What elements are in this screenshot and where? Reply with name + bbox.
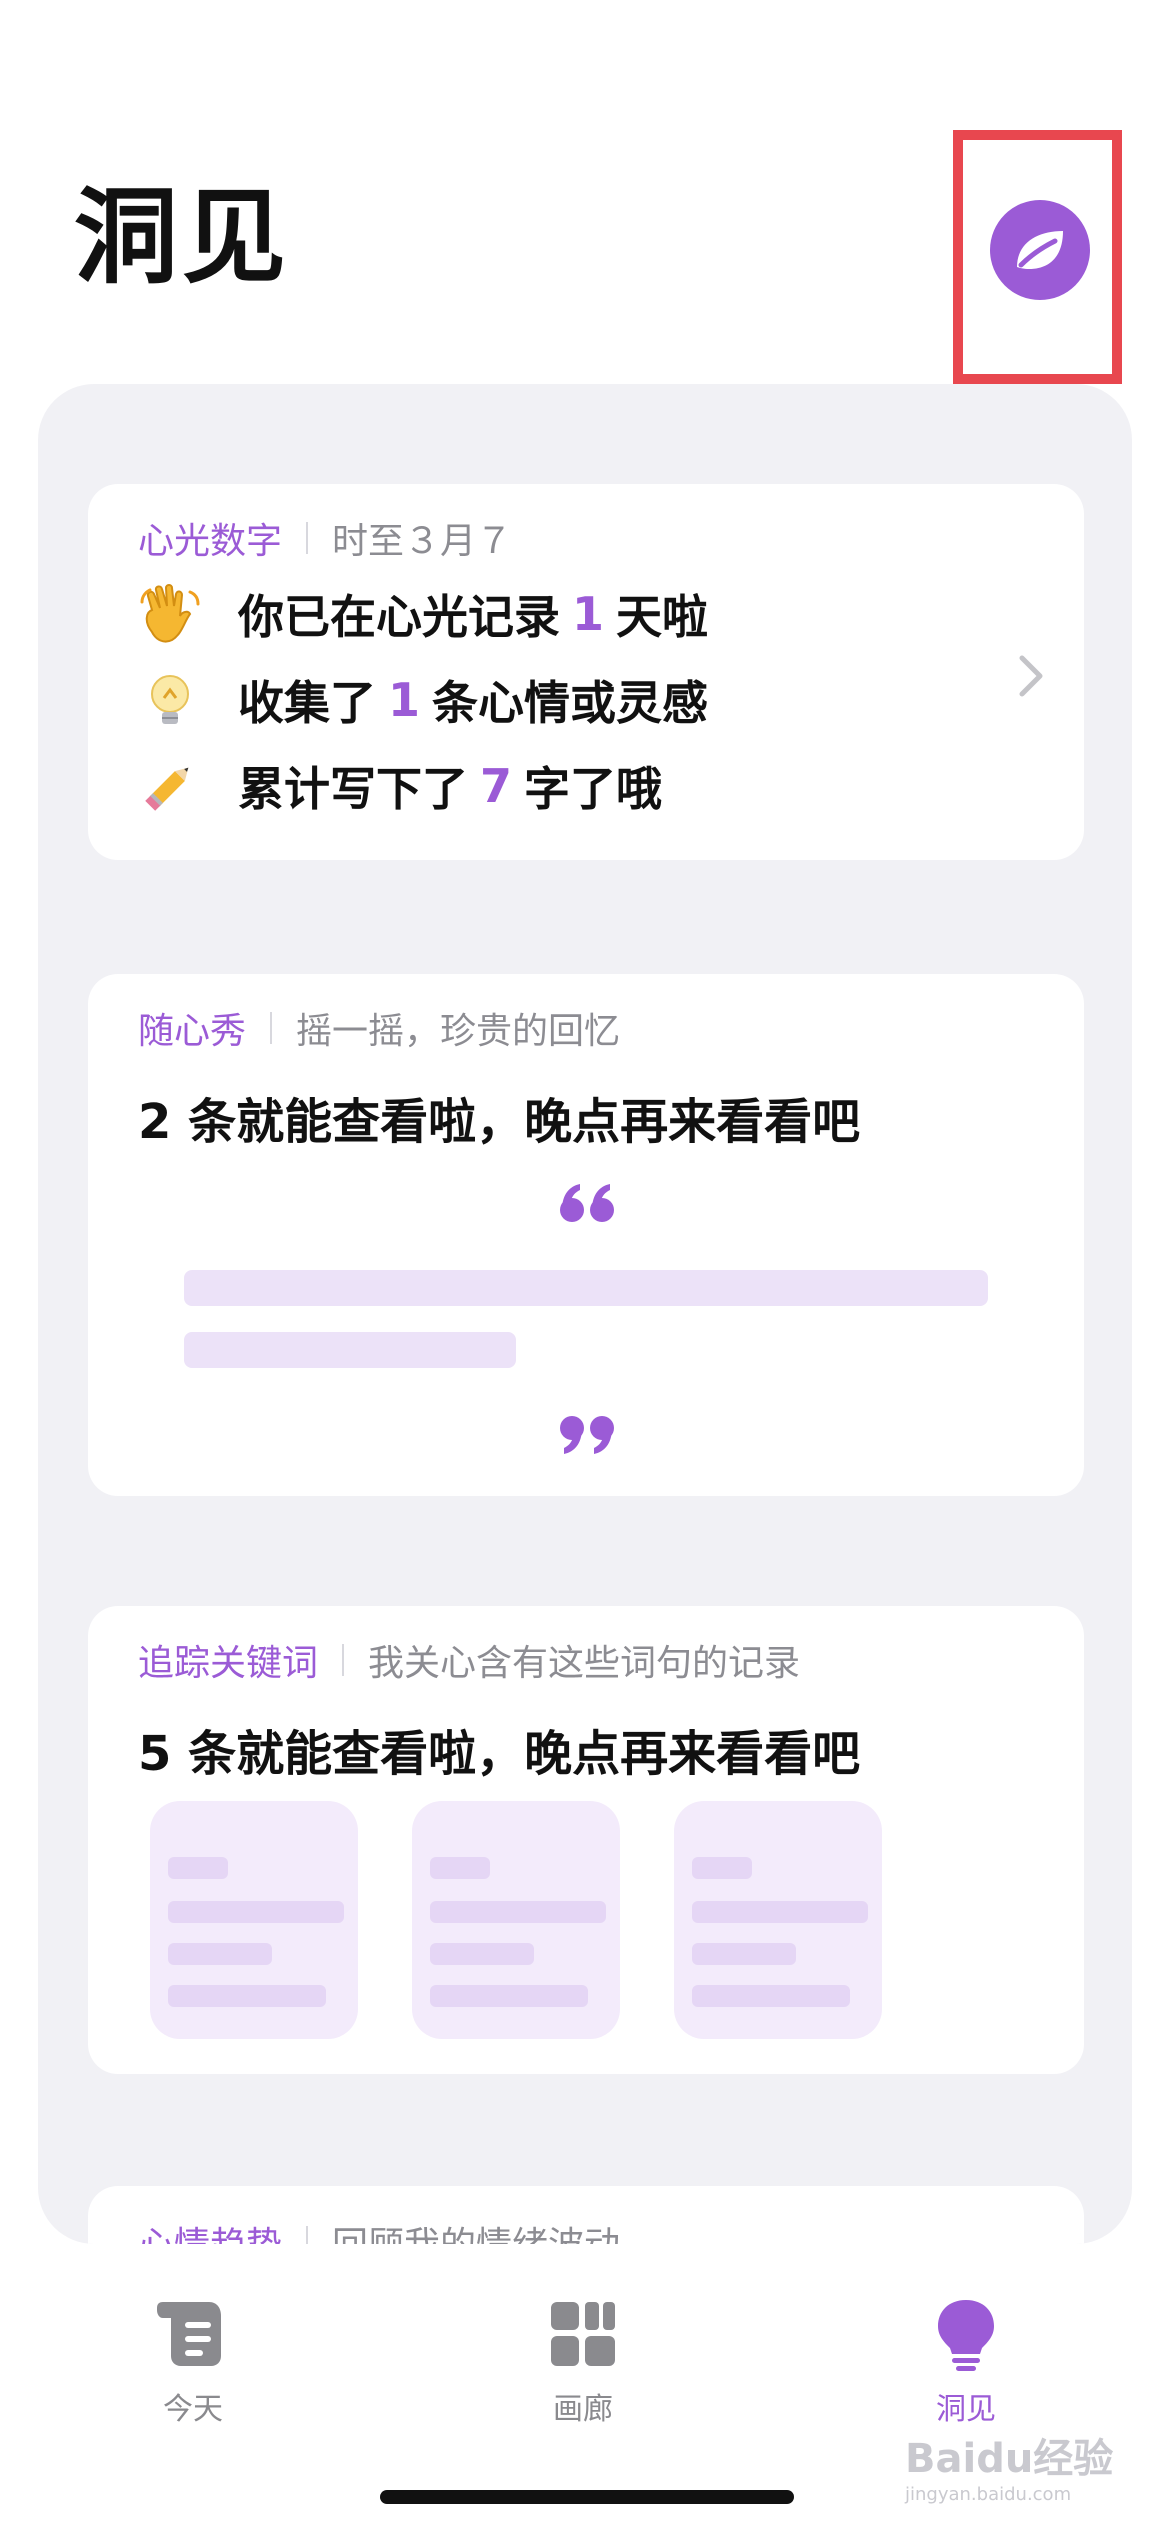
stat-text: 你已在心光记录 bbox=[238, 590, 560, 644]
light-bulb-icon bbox=[151, 675, 189, 724]
stats-card-header: 心光数字 时至３月７ bbox=[138, 512, 512, 564]
mood-card-header: 心情趋势 回顾我的情绪波动 bbox=[138, 2216, 620, 2244]
leaf-profile-button[interactable] bbox=[990, 200, 1090, 300]
keyword-placeholder-card bbox=[412, 1801, 620, 2039]
keywords-card-header: 追踪关键词 我关心含有这些词句的记录 bbox=[138, 1634, 800, 1686]
scroll-icon bbox=[157, 2302, 221, 2366]
random-card-header: 随心秀 摇一摇，珍贵的回忆 bbox=[138, 1002, 620, 1054]
pencil-icon bbox=[145, 767, 189, 811]
random-card-subtitle: 摇一摇，珍贵的回忆 bbox=[296, 1011, 621, 1052]
watermark: Baidu经验 jingyan.baidu.com bbox=[905, 2426, 1113, 2505]
keywords-card-title: 追踪关键词 bbox=[138, 1643, 319, 1684]
random-memory-card[interactable]: 随心秀 摇一摇，珍贵的回忆 2 条就能查看啦，晚点再来看看吧 bbox=[88, 974, 1084, 1496]
chevron-right-icon bbox=[1019, 655, 1043, 697]
stat-row-words: 累计写下了 7 字了哦 bbox=[138, 746, 662, 826]
divider bbox=[270, 1012, 273, 1044]
waving-hand-icon bbox=[140, 584, 200, 643]
close-quote-icon bbox=[560, 1416, 614, 1454]
tab-today[interactable]: 今天 bbox=[93, 2296, 293, 2428]
mood-trend-card[interactable]: 心情趋势 回顾我的情绪波动 bbox=[88, 2186, 1084, 2244]
stats-card[interactable]: 心光数字 时至３月７ 你已在心光记录 1 天啦 收集了 1 条心情或灵感 累计写… bbox=[88, 484, 1084, 860]
random-card-message: 2 条就能查看啦，晚点再来看看吧 bbox=[138, 1094, 861, 1150]
watermark-text: Baidu经验 bbox=[905, 2436, 1114, 2482]
stat-text: 条心情或灵感 bbox=[432, 676, 709, 730]
stat-text: 累计写下了 bbox=[238, 762, 468, 816]
divider bbox=[342, 1644, 345, 1676]
stat-number: 1 bbox=[572, 587, 605, 641]
watermark-url: jingyan.baidu.com bbox=[905, 2484, 1072, 2505]
stat-row-entries: 收集了 1 条心情或灵感 bbox=[138, 660, 708, 740]
open-quote-icon bbox=[560, 1184, 614, 1222]
grid-icon bbox=[551, 2302, 615, 2366]
stat-text: 字了哦 bbox=[524, 762, 663, 816]
divider bbox=[306, 2226, 309, 2244]
leaf-icon bbox=[1017, 231, 1063, 269]
tab-label: 洞见 bbox=[936, 2392, 996, 2427]
stat-row-days: 你已在心光记录 1 天啦 bbox=[138, 574, 708, 654]
stats-card-title: 心光数字 bbox=[138, 521, 283, 562]
placeholder-line bbox=[184, 1270, 988, 1306]
stats-card-subtitle: 时至３月７ bbox=[332, 521, 513, 562]
stat-text: 天啦 bbox=[616, 590, 709, 644]
stat-number: 1 bbox=[388, 673, 421, 727]
keyword-placeholder-card bbox=[150, 1801, 358, 2039]
keyword-placeholder-card bbox=[674, 1801, 882, 2039]
placeholder-line bbox=[184, 1332, 516, 1368]
tab-gallery[interactable]: 画廊 bbox=[483, 2296, 683, 2428]
tab-label: 今天 bbox=[163, 2392, 223, 2427]
page-title: 洞见 bbox=[74, 176, 291, 298]
random-card-title: 随心秀 bbox=[138, 1011, 247, 1052]
light-bulb-icon bbox=[938, 2300, 994, 2371]
keyword-tracking-card[interactable]: 追踪关键词 我关心含有这些词句的记录 5 条就能查看啦，晚点再来看看吧 bbox=[88, 1606, 1084, 2074]
tab-label: 画廊 bbox=[553, 2392, 613, 2427]
keywords-card-subtitle: 我关心含有这些词句的记录 bbox=[368, 1643, 801, 1684]
mood-card-subtitle: 回顾我的情绪波动 bbox=[332, 2216, 620, 2244]
keywords-card-message: 5 条就能查看啦，晚点再来看看吧 bbox=[138, 1726, 861, 1782]
stat-number: 7 bbox=[480, 759, 513, 813]
tab-insights[interactable]: 洞见 bbox=[866, 2296, 1066, 2428]
mood-card-title: 心情趋势 bbox=[138, 2216, 282, 2244]
divider bbox=[306, 522, 309, 554]
insights-panel: 心光数字 时至３月７ 你已在心光记录 1 天啦 收集了 1 条心情或灵感 累计写… bbox=[38, 384, 1132, 2244]
stat-text: 收集了 bbox=[238, 676, 376, 730]
home-indicator bbox=[380, 2490, 794, 2504]
